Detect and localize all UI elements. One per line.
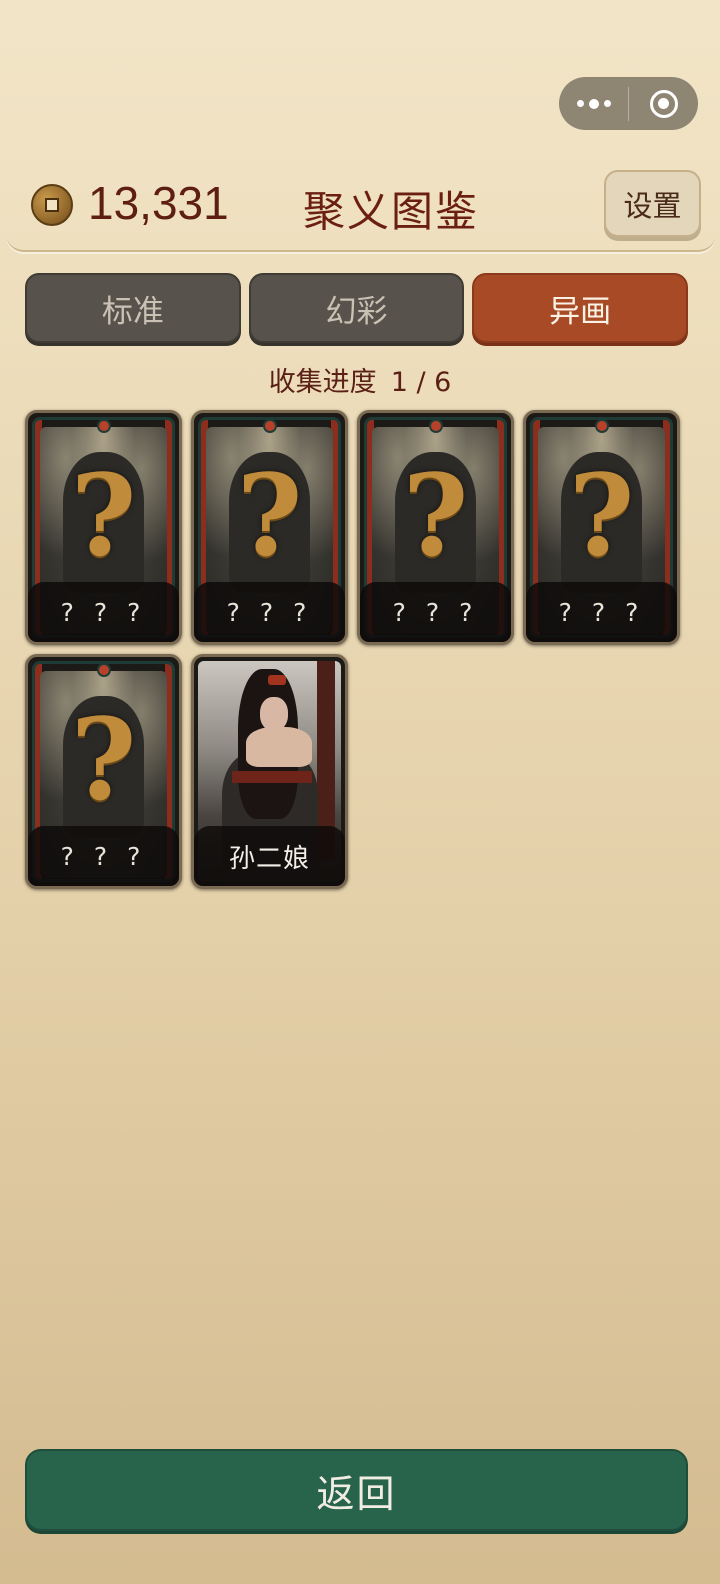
question-mark-icon: ? (236, 451, 303, 582)
ornament-icon (96, 663, 111, 677)
ornament-icon (262, 419, 277, 433)
settings-button[interactable]: 设置 (604, 170, 701, 237)
ornament-icon (594, 419, 609, 433)
back-button[interactable]: 返回 (25, 1449, 688, 1531)
target-close-icon[interactable] (629, 77, 698, 130)
card-name: ? ? ? (194, 582, 345, 642)
header-bar: 13,331 聚义图鉴 设置 (6, 160, 716, 252)
card-name: ? ? ? (360, 582, 511, 642)
miniprogram-capsule (559, 77, 698, 130)
ornament-icon (96, 419, 111, 433)
card-locked[interactable]: ? ? ? ? (25, 410, 182, 645)
card-locked[interactable]: ? ? ? ? (357, 410, 514, 645)
card-name: ? ? ? (28, 582, 179, 642)
page-title: 聚义图鉴 (302, 187, 479, 236)
card-name: 孙二娘 (194, 826, 345, 886)
question-mark-icon: ? (70, 695, 137, 826)
card-name: ? ? ? (28, 826, 179, 886)
card-grid: ? ? ? ? ? ? ? ? ? ? ? ? ? ? ? ? ? ? ? ? (25, 410, 685, 889)
progress-value: 1 / 6 (390, 367, 452, 398)
question-mark-icon: ? (70, 451, 137, 582)
tab-standard[interactable]: 标准 (25, 273, 241, 343)
card-unlocked[interactable]: 孙二娘 (191, 654, 348, 889)
tab-alt-art[interactable]: 异画 (472, 273, 689, 343)
card-locked[interactable]: ? ? ? ? (523, 410, 680, 645)
card-locked[interactable]: ? ? ? ? (191, 410, 348, 645)
card-locked[interactable]: ? ? ? ? (25, 654, 182, 889)
variant-tabs: 标准 幻彩 异画 (25, 273, 689, 343)
more-dots-icon[interactable] (559, 77, 628, 130)
card-name: ? ? ? (526, 582, 677, 642)
ornament-icon (428, 419, 443, 433)
copper-coin-icon (31, 184, 73, 226)
progress-label: 收集进度 (268, 367, 377, 398)
question-mark-icon: ? (402, 451, 469, 582)
question-mark-icon: ? (568, 451, 635, 582)
collection-progress: 收集进度 1 / 6 (0, 360, 720, 399)
tab-holo[interactable]: 幻彩 (248, 273, 465, 343)
